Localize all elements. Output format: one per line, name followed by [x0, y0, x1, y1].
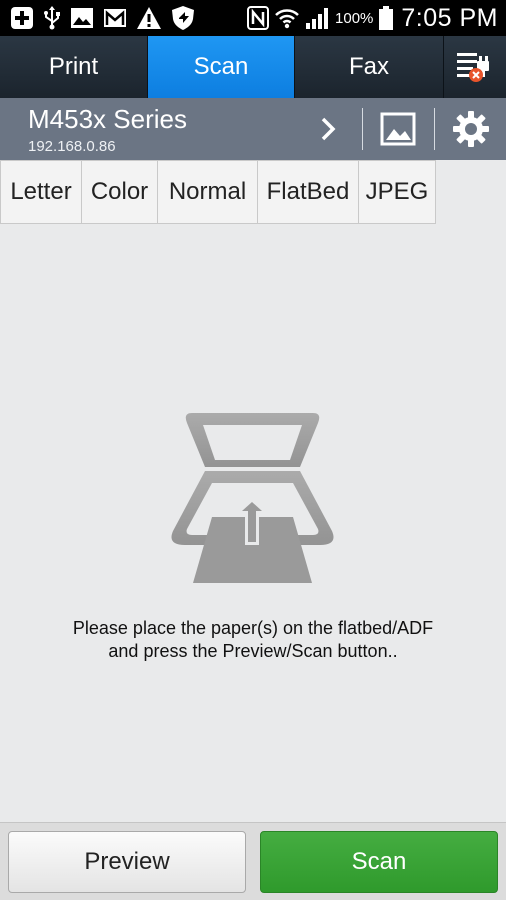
gallery-icon[interactable] — [380, 111, 416, 147]
scan-button[interactable]: Scan — [260, 831, 498, 893]
shield-icon — [172, 6, 194, 30]
tab-print[interactable]: Print — [0, 36, 148, 98]
warning-icon — [137, 7, 161, 29]
status-bar: 100% 7:05 PM — [0, 0, 506, 36]
gmail-icon — [104, 9, 126, 27]
option-color-mode[interactable]: Color — [82, 160, 158, 224]
battery-icon — [379, 6, 394, 30]
printer-settings-icon — [457, 53, 489, 82]
gear-icon[interactable] — [451, 109, 491, 149]
battery-percent: 100% — [335, 9, 374, 27]
device-ip: 192.168.0.86 — [28, 138, 116, 155]
manage-devices-button[interactable] — [444, 36, 506, 98]
notification-icons — [10, 6, 195, 30]
bottom-action-bar: Preview Scan — [0, 822, 506, 900]
preview-button[interactable]: Preview — [8, 831, 246, 893]
system-icons: 100% 7:05 PM — [247, 0, 498, 36]
option-paper-size[interactable]: Letter — [0, 160, 82, 224]
nfc-icon — [247, 6, 270, 30]
tab-scan[interactable]: Scan — [148, 36, 295, 98]
image-icon — [71, 8, 93, 28]
chevron-right-icon[interactable] — [314, 114, 342, 144]
scan-options: Letter Color Normal FlatBed JPEG — [0, 160, 436, 224]
instruction-text: Please place the paper(s) on the flatbed… — [72, 618, 434, 661]
divider — [434, 108, 435, 150]
scanner-illustration — [171, 413, 334, 583]
device-name: M453x Series — [28, 104, 187, 134]
mode-tabs: Print Scan Fax — [0, 36, 506, 98]
device-selector[interactable]: M453x Series 192.168.0.86 — [0, 98, 506, 160]
usb-icon — [44, 6, 60, 30]
option-resolution[interactable]: Normal — [158, 160, 258, 224]
clock: 7:05 PM — [401, 3, 498, 32]
plus-icon — [11, 7, 33, 29]
divider — [362, 108, 363, 150]
option-file-format[interactable]: JPEG — [359, 160, 436, 224]
option-source[interactable]: FlatBed — [258, 160, 359, 224]
signal-icon — [306, 8, 329, 29]
wifi-icon — [275, 9, 299, 29]
tab-fax[interactable]: Fax — [295, 36, 444, 98]
